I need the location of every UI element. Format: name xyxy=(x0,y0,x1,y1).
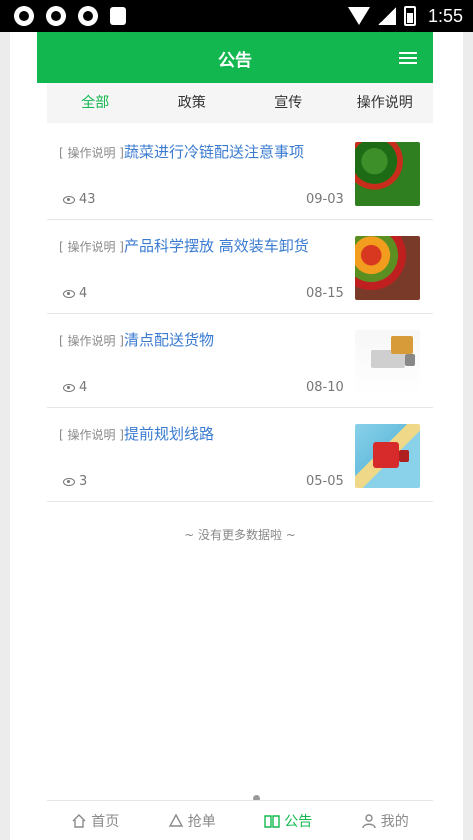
category-tabs: 全部 政策 宣传 操作说明 xyxy=(47,83,433,123)
item-title-text: 蔬菜进行冷链配送注意事项 xyxy=(124,143,305,161)
recycle-icon xyxy=(168,813,183,827)
list-item[interactable]: [ 操作说明 ]蔬菜进行冷链配送注意事项 43 09-03 xyxy=(47,126,433,220)
battery-icon xyxy=(403,6,416,26)
view-count: 4 xyxy=(63,380,87,395)
menu-icon[interactable] xyxy=(399,52,417,64)
eye-icon xyxy=(63,477,75,486)
page-title: 公告 xyxy=(218,51,252,71)
nav-home-label: 首页 xyxy=(91,813,120,830)
item-title: [ 操作说明 ]清点配送货物 xyxy=(59,330,339,351)
item-title: [ 操作说明 ]提前规划线路 xyxy=(59,424,339,445)
nav-announcements[interactable]: 公告 xyxy=(240,801,337,840)
user-icon xyxy=(362,813,376,828)
item-date: 05-05 xyxy=(306,474,344,489)
item-title-text: 清点配送货物 xyxy=(124,331,215,349)
nav-profile-label: 我的 xyxy=(380,813,409,830)
nav-grab-order-label: 抢单 xyxy=(187,813,216,830)
tab-promotion[interactable]: 宣传 xyxy=(240,83,337,123)
announcement-list: [ 操作说明 ]蔬菜进行冷链配送注意事项 43 09-03 [ 操作说明 ]产品… xyxy=(47,126,433,502)
item-date: 09-03 xyxy=(306,192,344,207)
notification-icon xyxy=(14,6,34,26)
view-count: 43 xyxy=(63,192,96,207)
wifi-icon xyxy=(347,7,370,25)
book-icon xyxy=(264,814,280,828)
view-count-value: 4 xyxy=(79,286,88,301)
tab-policy[interactable]: 政策 xyxy=(144,83,241,123)
status-bar: 1:55 xyxy=(0,0,473,32)
item-title: [ 操作说明 ]蔬菜进行冷链配送注意事项 xyxy=(59,142,339,163)
status-time: 1:55 xyxy=(427,5,463,26)
crate-icon xyxy=(391,336,413,354)
truck-icon xyxy=(373,442,409,468)
signal-icon xyxy=(377,7,396,25)
item-tag: [ 操作说明 ] xyxy=(59,146,124,160)
map-truck-thumbnail xyxy=(355,424,420,488)
item-date: 08-10 xyxy=(306,380,344,395)
item-tag: [ 操作说明 ] xyxy=(59,334,124,348)
list-item[interactable]: [ 操作说明 ]提前规划线路 3 05-05 xyxy=(47,408,433,502)
bottom-nav: 首页 抢单 公告 我的 xyxy=(47,800,433,840)
item-title-text: 产品科学摆放 高效装车卸货 xyxy=(124,237,309,255)
tab-all[interactable]: 全部 xyxy=(47,83,144,123)
list-item[interactable]: [ 操作说明 ]产品科学摆放 高效装车卸货 4 08-15 xyxy=(47,220,433,314)
item-title: [ 操作说明 ]产品科学摆放 高效装车卸货 xyxy=(59,236,339,257)
nav-profile[interactable]: 我的 xyxy=(337,801,434,840)
list-end-text: ~ 没有更多数据啦 ~ xyxy=(184,528,296,542)
eye-icon xyxy=(63,289,75,298)
truck-crates-thumbnail xyxy=(355,330,420,394)
nav-grab-order[interactable]: 抢单 xyxy=(144,801,241,840)
view-count: 3 xyxy=(63,474,87,489)
eye-icon xyxy=(63,383,75,392)
fruit-thumbnail xyxy=(355,236,420,300)
item-tag: [ 操作说明 ] xyxy=(59,240,124,254)
view-count: 4 xyxy=(63,286,87,301)
home-icon xyxy=(72,813,86,828)
item-date: 08-15 xyxy=(306,286,344,301)
item-tag: [ 操作说明 ] xyxy=(59,428,124,442)
view-count-value: 4 xyxy=(79,380,88,395)
vegetables-thumbnail xyxy=(355,142,420,206)
view-count-value: 43 xyxy=(79,192,96,207)
tab-instructions[interactable]: 操作说明 xyxy=(337,83,434,123)
list-item[interactable]: [ 操作说明 ]清点配送货物 4 08-10 xyxy=(47,314,433,408)
app-notification-icon xyxy=(110,7,126,25)
notification-icon xyxy=(78,6,98,26)
notification-icon xyxy=(46,6,66,26)
top-bar: 公告 xyxy=(37,32,433,83)
eye-icon xyxy=(63,195,75,204)
view-count-value: 3 xyxy=(79,474,88,489)
nav-home[interactable]: 首页 xyxy=(47,801,144,840)
item-title-text: 提前规划线路 xyxy=(124,425,215,443)
nav-announcements-label: 公告 xyxy=(284,813,313,830)
